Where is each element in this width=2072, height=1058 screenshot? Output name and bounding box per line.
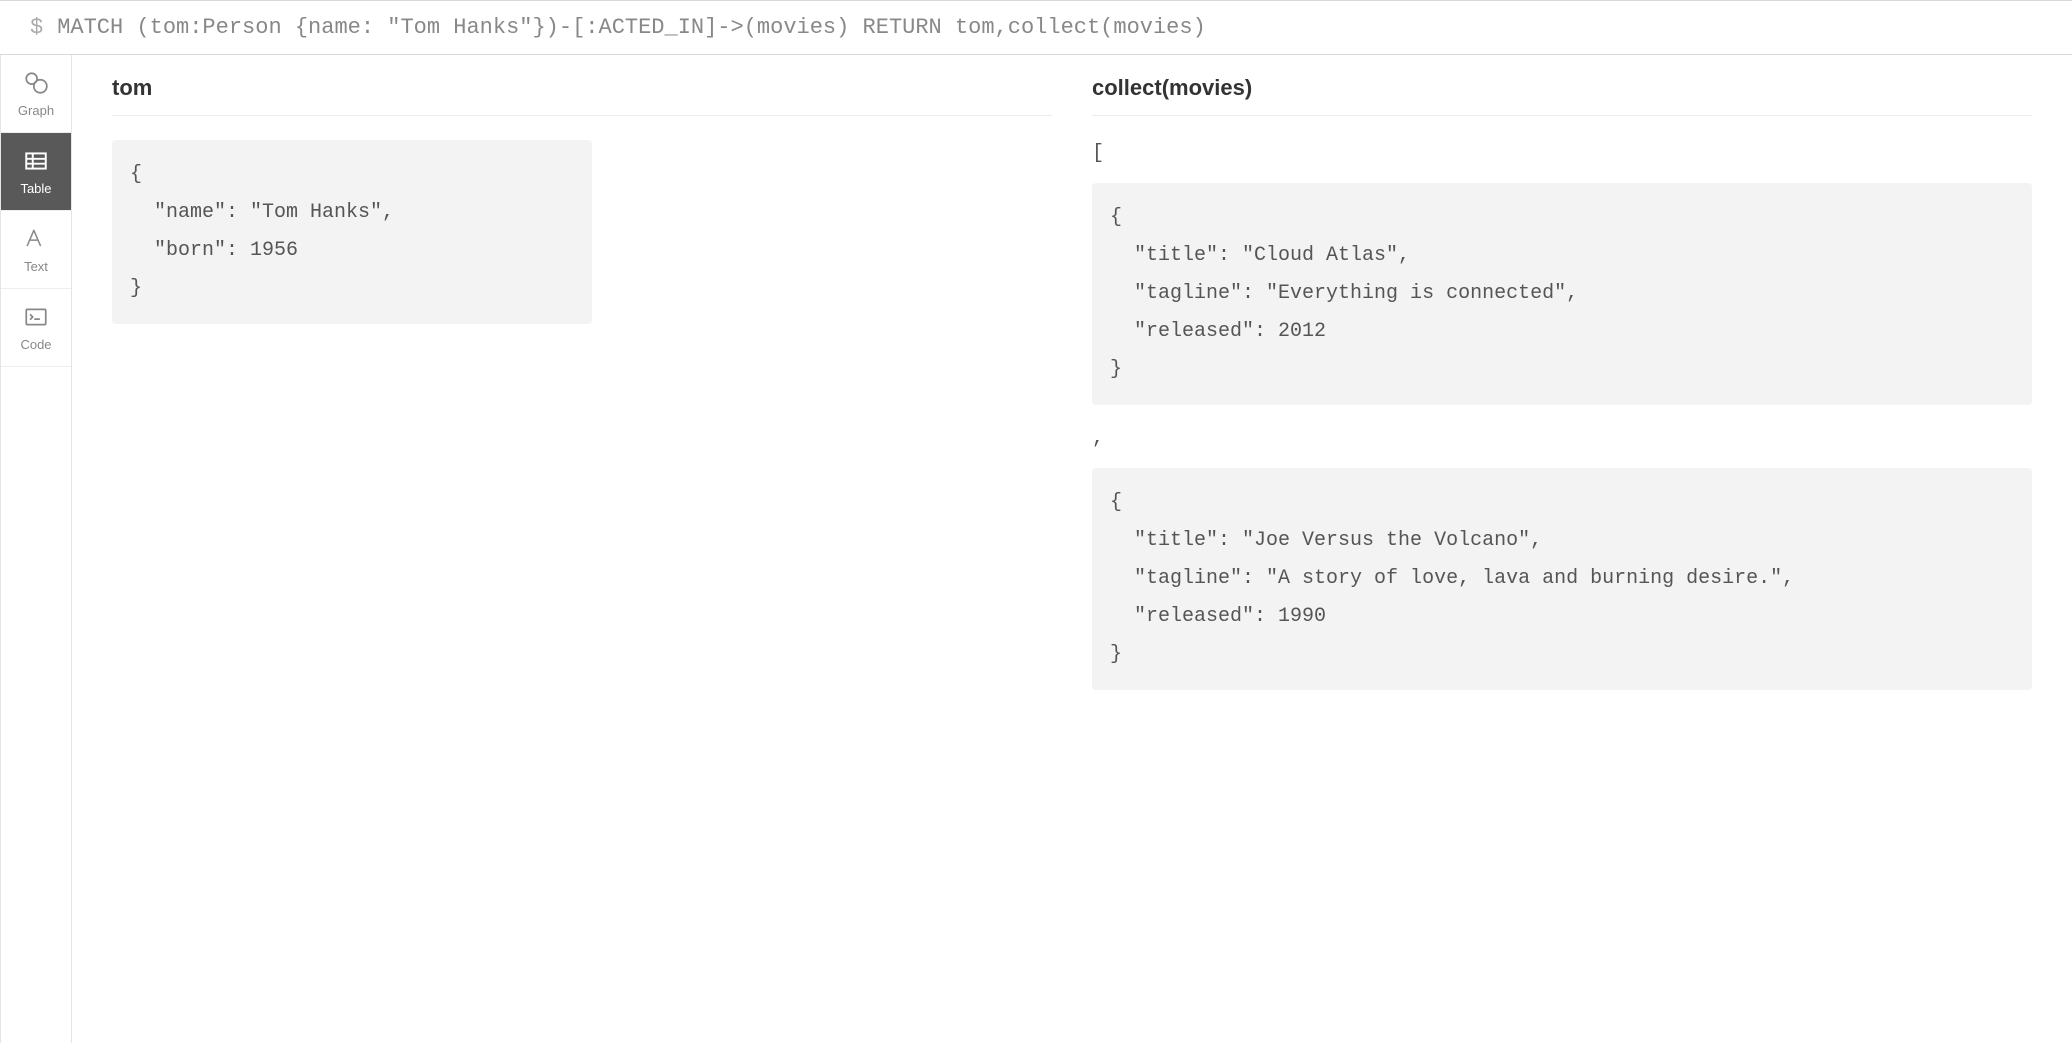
column-collect: collect(movies) [ { "title": "Cloud Atla… [1092, 55, 2032, 710]
sidebar-item-graph[interactable]: Graph [1, 55, 71, 133]
query-text: MATCH (tom:Person {name: "Tom Hanks"})-[… [57, 15, 1206, 40]
column-tom: tom { "name": "Tom Hanks", "born": 1956 … [112, 55, 1052, 710]
result-row: tom { "name": "Tom Hanks", "born": 1956 … [112, 55, 2032, 710]
list-comma: , [1092, 425, 2032, 468]
sidebar-item-label: Code [20, 337, 51, 352]
query-prompt: $ [30, 15, 43, 40]
open-bracket: [ [1092, 140, 2032, 183]
sidebar-item-label: Graph [18, 103, 54, 118]
sidebar-item-label: Text [24, 259, 48, 274]
column-header: tom [112, 55, 1052, 116]
sidebar-item-code[interactable]: Code [1, 289, 71, 367]
code-icon [22, 303, 50, 331]
code-block[interactable]: { "title": "Cloud Atlas", "tagline": "Ev… [1092, 183, 2032, 405]
column-header: collect(movies) [1092, 55, 2032, 116]
table-icon [22, 147, 50, 175]
content-area: Graph Table Text [0, 55, 2072, 1043]
text-icon [22, 225, 50, 253]
sidebar-item-label: Table [20, 181, 51, 196]
code-block[interactable]: { "title": "Joe Versus the Volcano", "ta… [1092, 468, 2032, 690]
results-pane[interactable]: tom { "name": "Tom Hanks", "born": 1956 … [72, 55, 2072, 1043]
graph-icon [22, 69, 50, 97]
sidebar-item-text[interactable]: Text [1, 211, 71, 289]
query-bar[interactable]: $ MATCH (tom:Person {name: "Tom Hanks"})… [0, 0, 2072, 55]
view-sidebar: Graph Table Text [0, 55, 72, 1043]
code-block[interactable]: { "name": "Tom Hanks", "born": 1956 } [112, 140, 592, 324]
sidebar-item-table[interactable]: Table [1, 133, 71, 211]
